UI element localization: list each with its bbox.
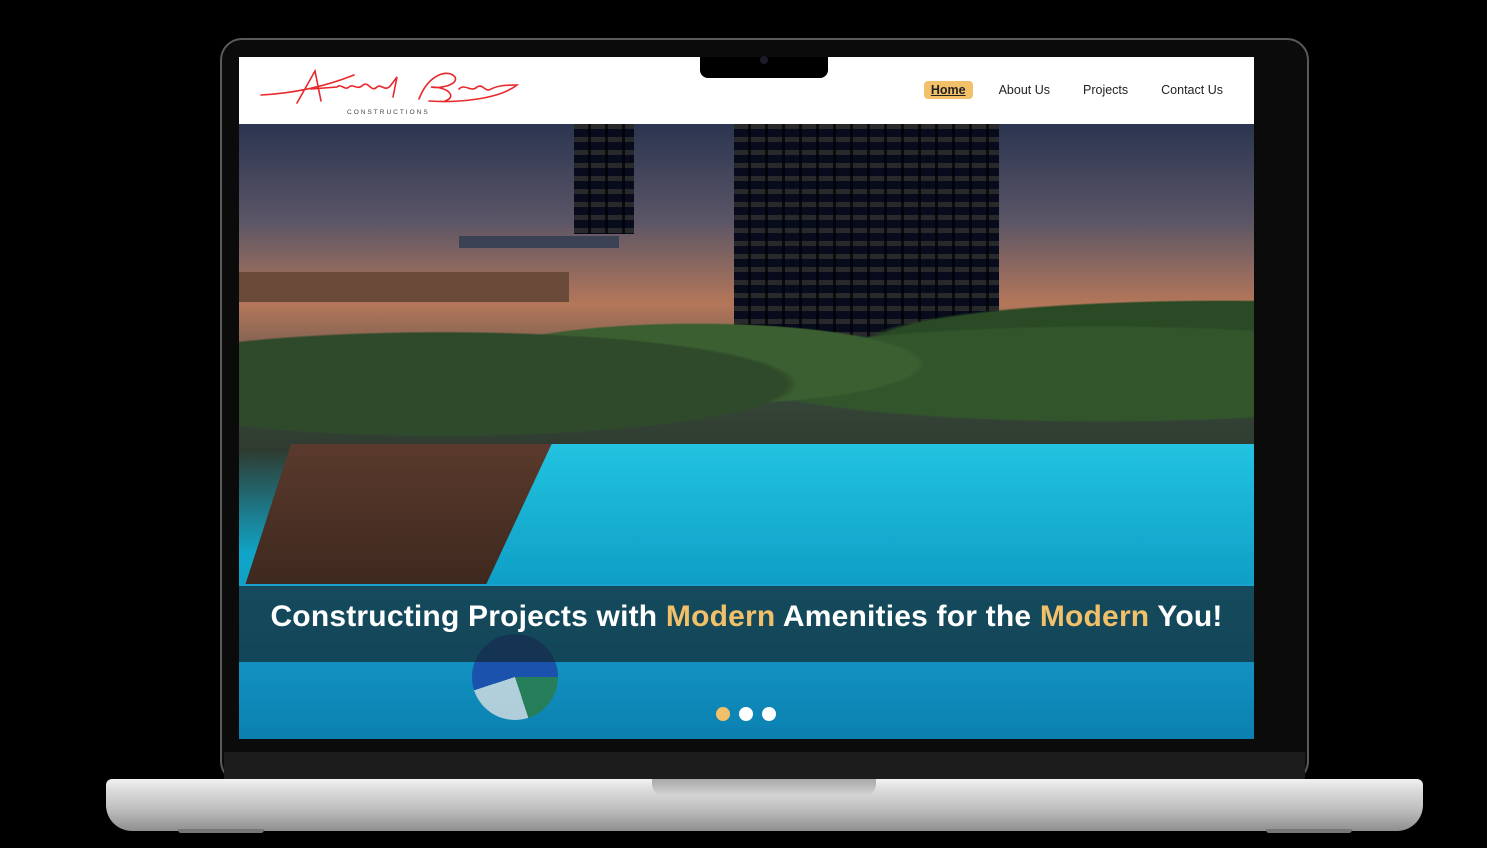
carousel-dot-2[interactable] — [739, 707, 753, 721]
carousel-dot-1[interactable] — [716, 707, 730, 721]
brand-subtitle: CONSTRUCTIONS — [347, 109, 430, 116]
laptop-base-notch — [652, 779, 876, 796]
tagline-text-3: You! — [1149, 600, 1223, 633]
hero-pool — [486, 444, 1254, 584]
nav-home[interactable]: Home — [923, 81, 973, 99]
carousel-dot-3[interactable] — [762, 707, 776, 721]
main-nav: Home About Us Projects Contact Us — [905, 81, 1230, 99]
nav-about-us[interactable]: About Us — [992, 81, 1057, 99]
hero-tower-left — [574, 124, 634, 234]
laptop-bezel — [224, 752, 1305, 780]
tagline-highlight-2: Modern — [1039, 600, 1150, 633]
brand-logo[interactable]: CONSTRUCTIONS — [259, 63, 524, 119]
signature-logo-icon — [260, 68, 520, 104]
tagline-highlight-1: Modern — [665, 600, 776, 633]
hero-pergola — [239, 272, 569, 302]
laptop-foot-right — [1266, 829, 1352, 833]
hero-tagline: Constructing Projects with Modern Amenit… — [239, 600, 1254, 634]
tagline-text-1: Constructing Projects with — [270, 600, 666, 633]
camera-icon — [760, 56, 768, 64]
tagline-text-2: Amenities for the — [775, 600, 1040, 633]
hero-banner: Constructing Projects with Modern Amenit… — [239, 124, 1254, 739]
nav-contact-us[interactable]: Contact Us — [1154, 81, 1230, 99]
hero-canopy — [459, 236, 619, 248]
browser-screen: CONSTRUCTIONS Home About Us Projects Con… — [239, 57, 1254, 739]
nav-projects[interactable]: Projects — [1076, 81, 1135, 99]
laptop-foot-left — [178, 829, 264, 833]
carousel-dots — [716, 707, 776, 721]
